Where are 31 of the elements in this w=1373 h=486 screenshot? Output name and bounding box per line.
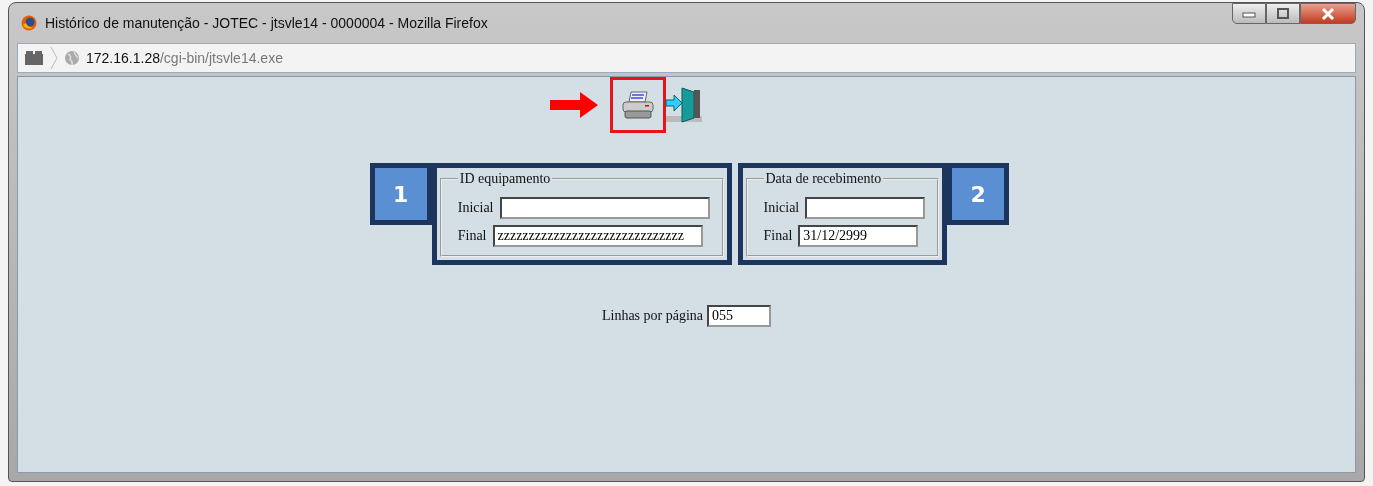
printer-icon — [620, 90, 655, 120]
maximize-icon — [1276, 7, 1290, 20]
field-label: Inicial — [763, 200, 800, 216]
input-field[interactable]: zzzzzzzzzzzzzzzzzzzzzzzzzzzzzz — [492, 225, 703, 247]
chevron-icon — [50, 47, 58, 69]
exit-door-icon[interactable] — [663, 86, 704, 124]
minimize-icon — [1242, 9, 1256, 18]
print-button[interactable] — [609, 77, 666, 133]
tab-groups-icon[interactable] — [24, 50, 44, 66]
step-number: 1 — [369, 163, 432, 225]
group-legend: Data de recebimento — [763, 171, 884, 187]
globe-icon — [64, 50, 80, 66]
input-field[interactable]: 31/12/2999 — [798, 225, 919, 247]
field-label: Final — [457, 228, 487, 244]
address-bar[interactable]: 172.16.1.28/cgi-bin/jtsvle14.exe — [17, 43, 1356, 73]
input-field[interactable] — [805, 197, 926, 219]
field-label: Final — [763, 228, 793, 244]
arrow-icon — [549, 92, 598, 118]
step-number: 2 — [947, 163, 1010, 225]
input-field[interactable]: 055 — [707, 305, 772, 327]
close-icon — [1320, 7, 1336, 20]
minimize-button[interactable] — [1232, 3, 1266, 24]
group-legend: ID equipamento — [457, 171, 553, 187]
browser-logo-icon — [21, 15, 37, 31]
window-title: Histórico de manutenção - JOTEC - jtsvle14 - 0000004 - Mozilla Firefox — [45, 15, 488, 31]
input-field[interactable] — [499, 197, 710, 219]
url-text: 172.16.1.28/cgi-bin/jtsvle14.exe — [86, 50, 283, 66]
close-button[interactable] — [1300, 3, 1356, 24]
field-label: Inicial — [457, 200, 494, 216]
field-label: Linhas por página — [601, 308, 704, 324]
maximize-button[interactable] — [1266, 3, 1300, 24]
